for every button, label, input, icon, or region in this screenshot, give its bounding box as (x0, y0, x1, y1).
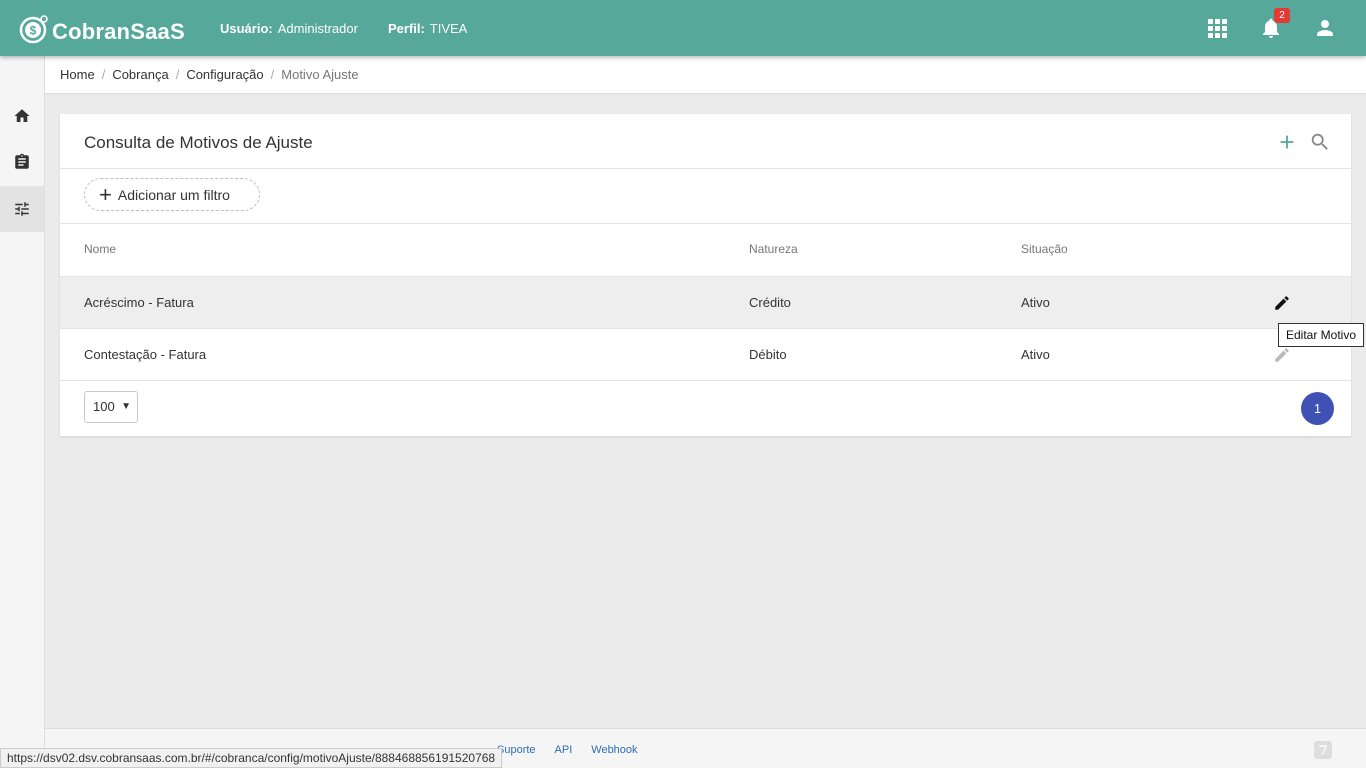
motivos-card: Consulta de Motivos de Ajuste + Adiciona… (60, 114, 1351, 436)
cell-natureza: Crédito (749, 295, 791, 310)
column-header-nome[interactable]: Nome (84, 242, 116, 256)
footer-logo-icon (1314, 741, 1332, 759)
profile-value: TIVEA (429, 21, 468, 36)
edit-tooltip: Editar Motivo (1278, 323, 1365, 347)
breadcrumb-cobranca[interactable]: Cobrança (112, 67, 168, 82)
nav-home[interactable] (0, 93, 44, 139)
cell-nome: Acréscimo - Fatura (84, 295, 194, 310)
dollar-logo-icon: $ (19, 14, 48, 43)
breadcrumb-home[interactable]: Home (60, 67, 95, 82)
notification-badge: 2 (1274, 8, 1290, 23)
nav-cobranca[interactable] (0, 139, 44, 185)
footer-link-webhook[interactable]: Webhook (591, 744, 637, 756)
footer-links: Suporte API Webhook (497, 744, 657, 756)
cell-natureza: Débito (749, 347, 787, 362)
cell-nome: Contestação - Fatura (84, 347, 207, 362)
user-value: Administrador (277, 21, 358, 36)
breadcrumb-separator: / (270, 67, 275, 82)
footer-link-api[interactable]: API (555, 744, 573, 756)
table-row[interactable]: Contestação - Fatura Débito Ativo (60, 329, 1351, 381)
top-app-bar: $ CobranSaaS Usuário: Administrador Perf… (0, 0, 1366, 56)
app-name: CobranSaaS (52, 19, 185, 44)
column-header-natureza[interactable]: Natureza (749, 242, 798, 256)
edit-pencil-icon[interactable] (1273, 346, 1291, 364)
sliders-icon (15, 202, 29, 216)
edit-pencil-icon[interactable] (1273, 294, 1291, 312)
add-filter-button[interactable]: + Adicionar um filtro (84, 178, 260, 211)
divider (60, 223, 1351, 224)
breadcrumb-separator: / (101, 67, 106, 82)
dropdown-caret-icon: ▼ (121, 401, 131, 412)
status-bar-url: https://dsv02.dsv.cobransaas.com.br/#/co… (0, 748, 503, 768)
clipboard-icon (15, 153, 29, 169)
left-nav-rail (0, 56, 45, 768)
svg-text:$: $ (30, 23, 37, 37)
apps-grid-icon[interactable] (1205, 16, 1229, 40)
profile-label: Perfil: (387, 21, 425, 36)
breadcrumb-bar: Home / Cobrança / Configuração / Motivo … (45, 56, 1366, 94)
column-header-situacao[interactable]: Situação (1021, 242, 1068, 256)
page-size-value: 100 (93, 399, 115, 414)
add-filter-label: Adicionar um filtro (117, 186, 230, 203)
plus-icon: + (99, 181, 112, 207)
table-row[interactable]: Acréscimo - Fatura Crédito Ativo (60, 277, 1351, 329)
divider (60, 168, 1351, 169)
user-account-icon[interactable] (1313, 16, 1337, 40)
page-size-select[interactable]: 100 ▼ (84, 391, 138, 423)
page-title: Consulta de Motivos de Ajuste (84, 133, 313, 152)
app-logo[interactable]: $ CobranSaaS (19, 12, 185, 45)
breadcrumb-configuracao[interactable]: Configuração (186, 67, 263, 82)
breadcrumb-separator: / (175, 67, 180, 82)
user-info: Usuário: Administrador Perfil: TIVEA (220, 21, 497, 36)
cell-situacao: Ativo (1021, 295, 1050, 310)
search-icon[interactable] (1309, 131, 1331, 153)
pagination-page-button[interactable]: 1 (1301, 392, 1334, 425)
cell-situacao: Ativo (1021, 347, 1050, 362)
user-label: Usuário: (220, 21, 273, 36)
footer-link-suporte[interactable]: Suporte (497, 744, 536, 756)
breadcrumb-current: Motivo Ajuste (281, 67, 359, 82)
add-icon[interactable] (1276, 131, 1298, 153)
nav-configuracao[interactable] (0, 186, 44, 232)
home-icon (14, 109, 30, 122)
breadcrumb: Home / Cobrança / Configuração / Motivo … (60, 67, 359, 82)
